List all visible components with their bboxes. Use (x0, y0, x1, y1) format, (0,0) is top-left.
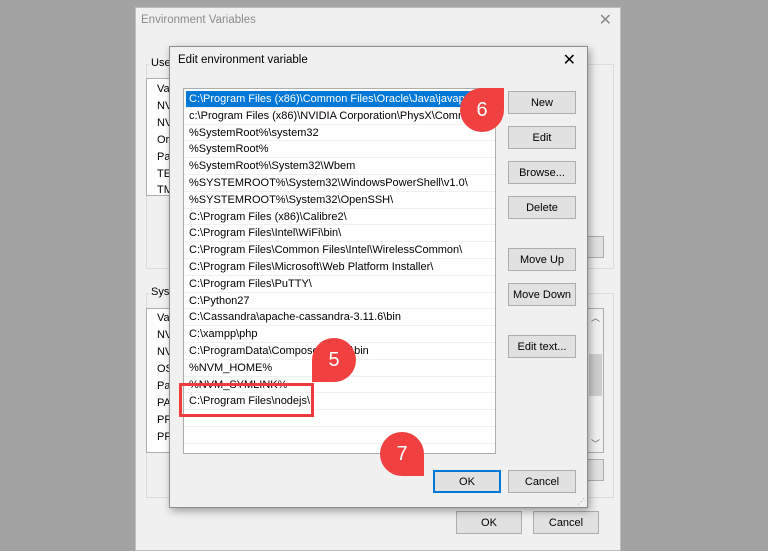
list-item[interactable]: C:\Program Files\Intel\WiFi\bin\ (184, 225, 495, 243)
cancel-button[interactable]: Cancel (533, 511, 599, 534)
list-item[interactable]: Va (157, 83, 170, 95)
callout-number: 6 (476, 98, 488, 121)
list-item[interactable]: c:\Program Files (x86)\NVIDIA Corporatio… (184, 108, 495, 125)
list-item[interactable]: Va (157, 312, 170, 324)
browse-button[interactable]: Browse... (508, 161, 576, 184)
callout-step-5: 5 (312, 338, 356, 382)
list-item[interactable]: %SYSTEMROOT%\System32\OpenSSH\ (184, 192, 495, 209)
chevron-down-icon[interactable]: ﹀ (591, 437, 600, 450)
list-item[interactable]: C:\Program Files\Common Files\Intel\Wire… (184, 242, 495, 259)
list-item[interactable]: C:\Program Files (x86)\Common Files\Orac… (186, 91, 493, 108)
list-item[interactable]: C:\Program Files (x86)\Calibre2\ (184, 209, 495, 226)
callout-number: 5 (328, 348, 340, 371)
cancel-button[interactable]: Cancel (508, 470, 576, 493)
move-up-button[interactable]: Move Up (508, 248, 576, 271)
ok-button[interactable]: OK (433, 470, 501, 493)
list-item[interactable]: Or (157, 134, 169, 146)
list-item[interactable]: C:\Python27 (184, 293, 495, 310)
resize-grip-icon[interactable]: ⋰ (577, 497, 585, 506)
close-icon[interactable]: ✕ (563, 50, 576, 70)
delete-button[interactable]: Delete (508, 196, 576, 219)
callout-number: 7 (396, 442, 408, 465)
move-down-button[interactable]: Move Down (508, 283, 576, 306)
empty-row[interactable] (184, 427, 495, 444)
chevron-up-icon[interactable]: ︿ (591, 311, 600, 324)
edit-environment-variable-dialog: Edit environment variable ✕ C:\Program F… (169, 46, 588, 508)
ok-button[interactable]: OK (456, 511, 522, 534)
highlight-box (179, 383, 314, 417)
callout-step-7: 7 (380, 432, 424, 476)
list-item[interactable]: C:\Program Files\PuTTY\ (184, 276, 495, 293)
empty-row[interactable] (184, 444, 495, 453)
callout-step-6: 6 (460, 88, 504, 132)
dialog-title: Edit environment variable (178, 54, 308, 66)
scrollbar[interactable]: ︿ ﹀ (588, 309, 603, 452)
scrollbar-thumb[interactable] (589, 354, 602, 396)
edit-button[interactable]: Edit (508, 126, 576, 149)
list-item[interactable]: C:\Program Files\Microsoft\Web Platform … (184, 259, 495, 276)
window-title: Environment Variables (141, 14, 256, 26)
list-item[interactable]: C:\Cassandra\apache-cassandra-3.11.6\bin (184, 309, 495, 327)
list-item[interactable]: %SystemRoot% (184, 141, 495, 159)
list-item[interactable]: %SystemRoot%\system32 (184, 125, 495, 142)
list-item[interactable]: %SYSTEMROOT%\System32\WindowsPowerShell\… (184, 175, 495, 192)
new-button[interactable]: New (508, 91, 576, 114)
edit-text-button[interactable]: Edit text... (508, 335, 576, 358)
close-icon[interactable]: ✕ (599, 10, 612, 30)
list-item[interactable]: %SystemRoot%\System32\Wbem (184, 158, 495, 175)
